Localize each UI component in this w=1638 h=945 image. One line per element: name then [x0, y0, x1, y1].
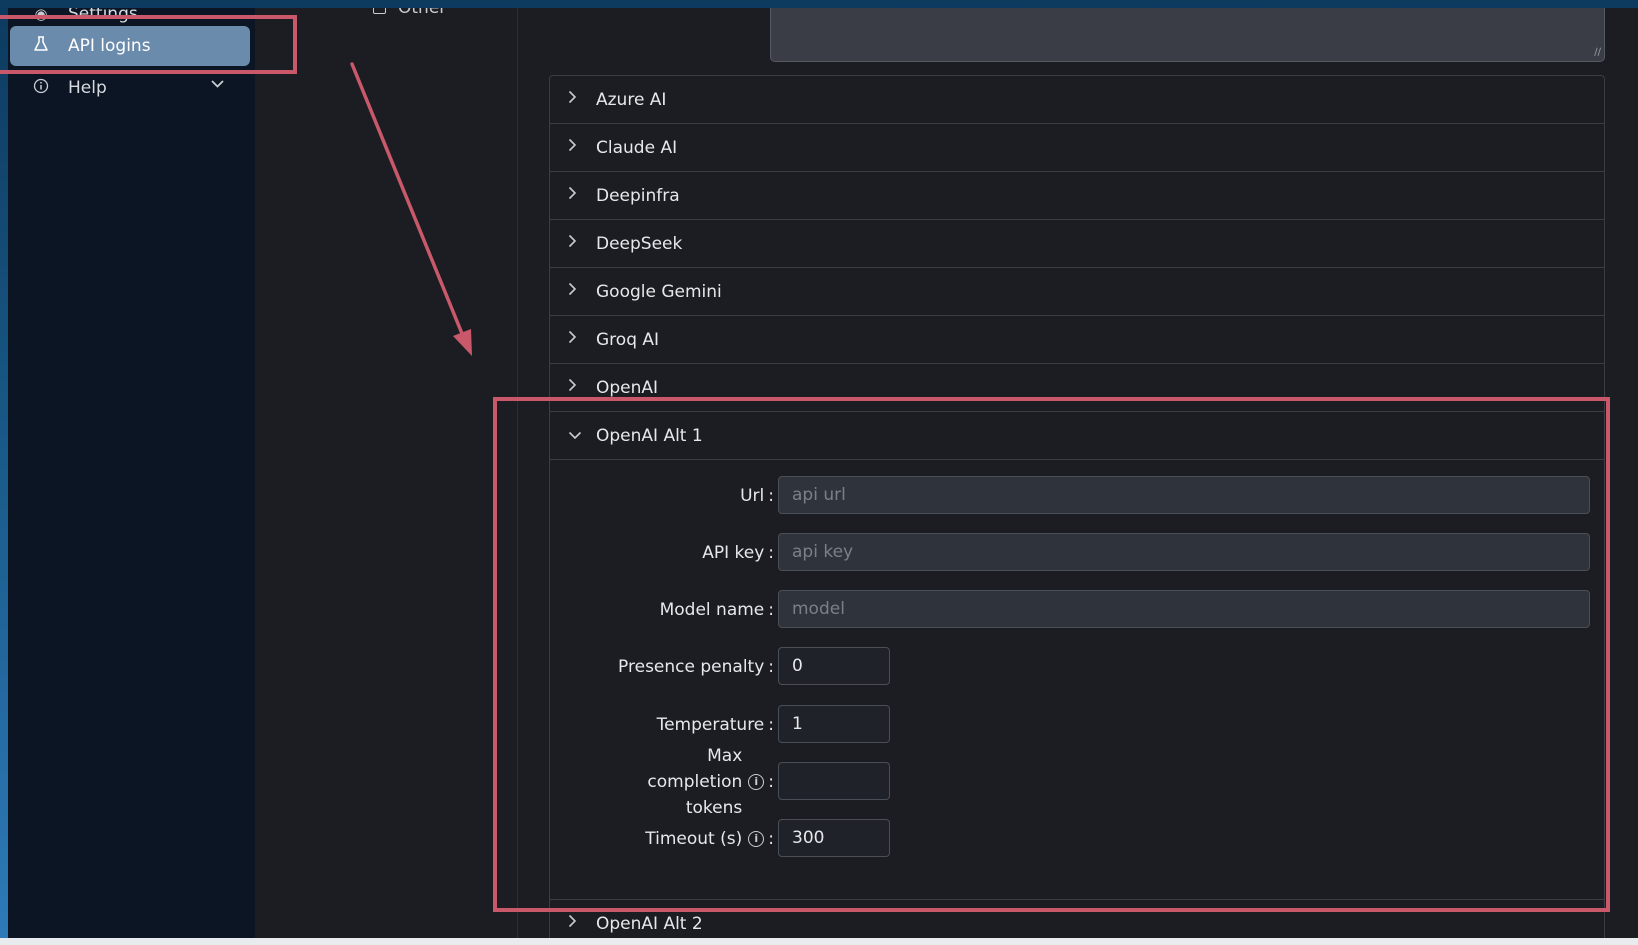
presence-penalty-input[interactable] [778, 647, 890, 685]
accordion-item-google-gemini[interactable]: Google Gemini [550, 268, 1604, 316]
chevron-right-icon [568, 282, 582, 300]
subnav-item-label: Other [398, 8, 447, 18]
chevron-right-icon [568, 378, 582, 396]
sidebar-item-label: API logins [68, 36, 151, 56]
accordion-item-label: Claude AI [596, 137, 678, 158]
info-icon[interactable]: i [748, 774, 765, 790]
openai-alt-1-settings-form: Url: API key: Model name: [550, 460, 1604, 900]
chevron-right-icon [568, 234, 582, 252]
info-icon[interactable]: i [748, 831, 765, 847]
label-colon: : [768, 829, 774, 849]
model-name-label-text: Model name [659, 600, 765, 620]
form-row-timeout: Timeout (s) i : [550, 819, 1606, 859]
form-row-presence-penalty: Presence penalty: [550, 647, 1606, 687]
label-colon: : [768, 772, 774, 792]
accordion-item-claude-ai[interactable]: Claude AI [550, 124, 1604, 172]
resize-handle-icon[interactable]: ∕∕ [1594, 48, 1601, 58]
sidebar-item-label: Settings [68, 8, 138, 24]
label-colon: : [768, 600, 774, 620]
provider-accordion: Azure AI Claude AI Deepinfra DeepSeek Go… [549, 75, 1605, 938]
chevron-right-icon [568, 90, 582, 108]
max-completion-tokens-input[interactable] [778, 762, 890, 800]
sidebar: ◉ Settings API logins Help [8, 8, 255, 938]
flask-icon [30, 36, 52, 56]
api-key-input[interactable] [778, 533, 1590, 571]
accordion-item-label: OpenAI [596, 377, 659, 398]
chevron-down-icon[interactable] [211, 78, 224, 93]
chevron-down-icon [568, 428, 582, 444]
label-colon: : [768, 543, 774, 563]
bottom-edge [0, 938, 1638, 945]
accordion-item-label: DeepSeek [596, 233, 683, 254]
textarea[interactable]: ∕∕ [770, 8, 1605, 62]
form-row-temperature: Temperature: [550, 705, 1606, 745]
accordion-item-label: OpenAI Alt 1 [596, 425, 703, 446]
chevron-right-icon [568, 914, 582, 932]
info-icon [30, 78, 52, 98]
url-label: Url: [514, 476, 774, 516]
model-name-label: Model name: [514, 590, 774, 630]
timeout-label-text: Timeout (s) [645, 829, 743, 849]
folder-icon [373, 8, 386, 14]
accordion-item-label: Azure AI [596, 89, 667, 110]
accordion-item-openai-alt-1[interactable]: OpenAI Alt 1 [550, 412, 1604, 460]
accordion-item-label: Deepinfra [596, 185, 680, 206]
sidebar-item-label: Help [68, 78, 107, 98]
chevron-right-icon [568, 186, 582, 204]
sidebar-item-help[interactable]: Help [10, 68, 250, 108]
main-content: ∕∕ Azure AI Claude AI Deepinfra DeepSeek [518, 8, 1638, 938]
sidebar-item-api-logins[interactable]: API logins [10, 26, 250, 66]
label-colon: : [768, 657, 774, 677]
timeout-label: Timeout (s) i : [514, 819, 774, 859]
api-key-label: API key: [514, 533, 774, 573]
form-row-url: Url: [550, 476, 1606, 516]
accordion-item-label: Groq AI [596, 329, 660, 350]
url-input[interactable] [778, 476, 1590, 514]
chevron-right-icon [568, 138, 582, 156]
sub-navigation: Other [255, 8, 518, 938]
subnav-item-other[interactable]: Other [373, 8, 446, 18]
form-row-max-completion-tokens: Max completion tokens i : [550, 746, 1606, 818]
accordion-item-openai[interactable]: OpenAI [550, 364, 1604, 412]
accordion-item-label: Google Gemini [596, 281, 722, 302]
form-row-api-key: API key: [550, 533, 1606, 573]
url-label-text: Url [740, 486, 765, 506]
eye-icon: ◉ [34, 8, 48, 23]
form-row-model-name: Model name: [550, 590, 1606, 630]
accordion-item-label: OpenAI Alt 2 [596, 913, 703, 934]
temperature-label-text: Temperature [656, 715, 765, 735]
timeout-input[interactable] [778, 819, 890, 857]
chevron-right-icon [568, 330, 582, 348]
presence-penalty-label: Presence penalty: [514, 647, 774, 687]
accordion-item-groq-ai[interactable]: Groq AI [550, 316, 1604, 364]
accordion-item-deepseek[interactable]: DeepSeek [550, 220, 1604, 268]
max-completion-tokens-label: Max completion tokens i : [514, 746, 774, 818]
model-name-input[interactable] [778, 590, 1590, 628]
api-key-label-text: API key [702, 543, 765, 563]
app-window: ◉ Settings API logins Help Other ∕∕ Azur… [8, 8, 1638, 938]
temperature-label: Temperature: [514, 705, 774, 745]
temperature-input[interactable] [778, 705, 890, 743]
label-colon: : [768, 715, 774, 735]
presence-penalty-label-text: Presence penalty [618, 657, 765, 677]
label-colon: : [768, 486, 774, 506]
accordion-item-openai-alt-2[interactable]: OpenAI Alt 2 [550, 900, 1604, 938]
accordion-item-azure-ai[interactable]: Azure AI [550, 76, 1604, 124]
accordion-item-deepinfra[interactable]: Deepinfra [550, 172, 1604, 220]
max-completion-tokens-label-text: Max completion tokens [647, 746, 743, 818]
